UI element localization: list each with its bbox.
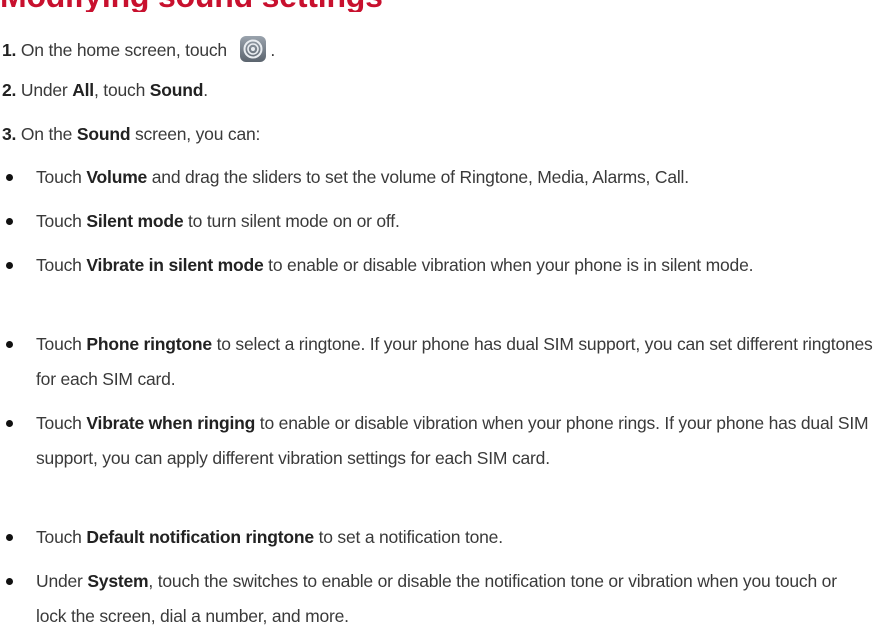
- step-number: 3.: [2, 124, 17, 144]
- bullet-text: to enable or disable vibration when your…: [263, 255, 754, 275]
- list-item: Touch Silent mode to turn silent mode on…: [6, 204, 886, 239]
- list-item: Touch Default notification ringtone to s…: [6, 520, 886, 555]
- bullet-icon: [6, 420, 13, 427]
- step-3: 3. On the Sound screen, you can:: [2, 124, 260, 145]
- bullet-icon: [6, 534, 13, 541]
- bullet-bold: Volume: [86, 167, 148, 187]
- step-text: On the: [20, 124, 77, 144]
- step-text: screen, you can:: [130, 124, 261, 144]
- list-item: Touch Phone ringtone to select a rington…: [6, 327, 886, 397]
- bullet-text: and drag the sliders to set the volume o…: [147, 167, 689, 187]
- bullet-icon: [6, 218, 13, 225]
- bullet-text: Touch: [36, 211, 87, 231]
- step-text: , touch: [93, 80, 150, 100]
- bullet-bold: Vibrate in silent mode: [86, 255, 264, 275]
- page-title: Modifying sound settings: [0, 0, 383, 12]
- step-number: 2.: [2, 80, 17, 100]
- bullet-bold: Default notification ringtone: [86, 527, 314, 547]
- list-item: Under System, touch the switches to enab…: [6, 564, 886, 634]
- bullet-text: to turn silent mode on or off.: [183, 211, 400, 231]
- bullet-icon: [6, 262, 13, 269]
- step-text: On the home screen, touch: [20, 40, 227, 60]
- step-text: Under: [20, 80, 73, 100]
- step-bold: Sound: [149, 80, 204, 100]
- step-number: 1.: [2, 40, 17, 60]
- step-text: .: [203, 80, 208, 100]
- bullet-icon: [6, 174, 13, 181]
- bullet-text: to set a notification tone.: [313, 527, 504, 547]
- settings-gear-icon: [239, 36, 266, 62]
- list-item: Touch Volume and drag the sliders to set…: [6, 160, 886, 195]
- bullet-bold: Vibrate when ringing: [86, 413, 256, 433]
- bullet-bold: System: [87, 571, 149, 591]
- bullet-text: Touch: [36, 527, 87, 547]
- step-2: 2. Under All, touch Sound.: [2, 80, 208, 101]
- bullet-text: Under: [36, 571, 88, 591]
- bullet-bold: Silent mode: [86, 211, 184, 231]
- bullet-bold: Phone ringtone: [86, 334, 212, 354]
- step-1: 1. On the home screen, touch .: [2, 36, 275, 62]
- bullet-text: , touch the switches to enable or disabl…: [36, 571, 837, 626]
- bullet-text: Touch: [36, 167, 87, 187]
- step-bold: Sound: [76, 124, 131, 144]
- bullet-text: Touch: [36, 255, 87, 275]
- bullet-text: Touch: [36, 334, 87, 354]
- bullet-text: Touch: [36, 413, 87, 433]
- bullet-icon: [6, 341, 13, 348]
- list-item: Touch Vibrate when ringing to enable or …: [6, 406, 886, 476]
- step-text-end: .: [270, 40, 275, 60]
- bullet-icon: [6, 578, 13, 585]
- step-bold: All: [72, 80, 94, 100]
- list-item: Touch Vibrate in silent mode to enable o…: [6, 248, 886, 283]
